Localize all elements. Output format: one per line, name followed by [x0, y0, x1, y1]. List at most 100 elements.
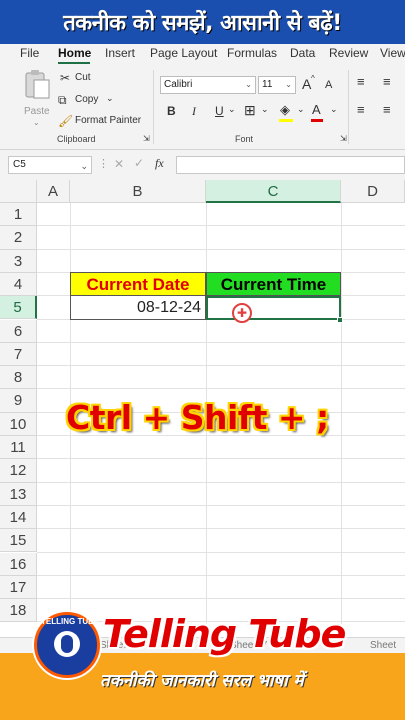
telling-tube-logo: TELLING TUBE	[34, 612, 100, 678]
underline-caret-icon[interactable]: ⌄	[228, 104, 236, 115]
column-header-c[interactable]: C	[206, 180, 341, 203]
insert-function-button[interactable]: fx	[155, 156, 164, 171]
clipboard-group-label: Clipboard	[57, 134, 96, 144]
borders-icon[interactable]: ⊞	[244, 102, 256, 119]
column-header-b[interactable]: B	[70, 180, 206, 203]
formula-input[interactable]	[176, 156, 405, 174]
paste-icon	[25, 70, 50, 99]
row-header-15[interactable]: 15	[0, 529, 37, 553]
row-header-9[interactable]: 9	[0, 389, 37, 413]
row-header-2[interactable]: 2	[0, 226, 37, 250]
font-color-bar	[311, 119, 323, 122]
gridline	[37, 365, 405, 367]
row-header-11[interactable]: 11	[0, 436, 37, 460]
font-size-select[interactable]: 11 ⌄	[258, 76, 296, 94]
menu-data[interactable]: Data	[290, 46, 315, 60]
cell-b4[interactable]: Current Date	[70, 272, 206, 296]
menu-view[interactable]: View	[380, 46, 405, 60]
row-header-6[interactable]: 6	[0, 319, 37, 343]
select-all-corner[interactable]	[0, 180, 37, 203]
ribbon-separator	[153, 70, 154, 144]
brand-tagline: तकनीकी जानकारी सरल भाषा में	[100, 671, 304, 691]
fill-handle[interactable]	[337, 317, 343, 323]
align-left-icon[interactable]: ≡	[357, 102, 365, 117]
row-header-12[interactable]: 12	[0, 459, 37, 483]
row-header-16[interactable]: 16	[0, 552, 37, 576]
more-options-icon[interactable]: ⋮	[98, 157, 109, 170]
bold-button[interactable]: B	[167, 104, 176, 118]
font-name-select[interactable]: Calibri ⌄	[160, 76, 256, 94]
row-header-18[interactable]: 18	[0, 599, 37, 623]
column-header-d[interactable]: D	[341, 180, 405, 203]
row-header-5[interactable]: 5	[0, 296, 37, 320]
copy-button[interactable]: Copy	[75, 94, 98, 105]
cancel-icon[interactable]: ✕	[114, 157, 124, 171]
grow-font-button[interactable]: A	[302, 76, 311, 92]
align-top-icon[interactable]: ≡	[357, 74, 365, 89]
gridline	[37, 504, 405, 506]
row-header-13[interactable]: 13	[0, 482, 37, 506]
underline-button[interactable]: U	[215, 104, 224, 118]
gridline	[37, 528, 405, 530]
paste-button[interactable]: Paste ⌄	[22, 70, 52, 127]
row-header-4[interactable]: 4	[0, 272, 37, 297]
column-header-a[interactable]: A	[37, 180, 70, 203]
borders-caret-icon[interactable]: ⌄	[261, 104, 269, 115]
gridline	[37, 388, 405, 390]
fill-color-caret-icon[interactable]: ⌄	[297, 104, 305, 115]
name-box[interactable]: C5 ⌄	[8, 156, 92, 174]
gridline	[37, 481, 405, 483]
font-group-label: Font	[235, 134, 254, 144]
clipboard-launcher-icon[interactable]: ⇲	[143, 134, 150, 143]
copy-icon: ⧉	[58, 93, 67, 107]
align-middle-icon[interactable]: ≡	[383, 74, 391, 89]
ribbon: Paste ⌄ ✂ Cut ⧉ Copy ⌄ 🖌 Format Painter …	[0, 64, 405, 150]
menu-formulas[interactable]: Formulas	[227, 46, 277, 60]
shrink-font-button[interactable]: A	[325, 79, 332, 91]
cell-c4[interactable]: Current Time	[206, 272, 341, 296]
paste-label: Paste	[24, 106, 50, 117]
menu-bar: File Home Insert Page Layout Formulas Da…	[0, 44, 405, 64]
ribbon-separator	[348, 70, 349, 144]
menu-home[interactable]: Home	[58, 46, 91, 60]
font-name-value: Calibri	[164, 79, 193, 90]
menu-review[interactable]: Review	[329, 46, 368, 60]
menu-insert[interactable]: Insert	[105, 46, 135, 60]
shortcut-overlay: Ctrl + Shift + ;	[66, 398, 329, 437]
font-launcher-icon[interactable]: ⇲	[340, 134, 347, 143]
font-color-caret-icon[interactable]: ⌄	[330, 104, 338, 115]
paste-caret-icon: ⌄	[33, 118, 40, 127]
cell-b5[interactable]: 08-12-24	[70, 296, 206, 320]
gridline	[341, 203, 342, 650]
gridline	[37, 574, 405, 576]
cut-button[interactable]: Cut	[75, 72, 91, 83]
fill-color-icon[interactable]: ◈	[280, 102, 290, 118]
format-painter-button[interactable]: Format Painter	[75, 115, 141, 126]
mouse-cursor-icon: ✚	[232, 303, 252, 323]
sheet-tab[interactable]: Sheet	[370, 640, 396, 651]
cell-c5-selected[interactable]	[206, 296, 341, 320]
row-header-7[interactable]: 7	[0, 342, 37, 367]
align-center-icon[interactable]: ≡	[383, 102, 391, 117]
font-size-value: 11	[262, 79, 273, 90]
font-color-icon[interactable]: A	[312, 102, 321, 117]
fill-color-bar	[279, 119, 293, 122]
enter-icon[interactable]: ✓	[134, 156, 144, 170]
menu-page-layout[interactable]: Page Layout	[150, 46, 217, 60]
formula-bar: C5 ⌄ ⋮ ✕ ✓ fx	[0, 150, 405, 180]
font-size-caret-icon: ⌄	[285, 80, 292, 89]
row-header-14[interactable]: 14	[0, 505, 37, 530]
row-header-1[interactable]: 1	[0, 203, 37, 227]
row-header-10[interactable]: 10	[0, 412, 37, 436]
gridline	[37, 341, 405, 343]
row-header-8[interactable]: 8	[0, 366, 37, 390]
gridline	[37, 458, 405, 460]
italic-button[interactable]: I	[192, 104, 196, 119]
row-header-17[interactable]: 17	[0, 575, 37, 600]
gridline	[37, 225, 405, 227]
row-header-3[interactable]: 3	[0, 249, 37, 273]
brand-name: Telling Tube	[103, 612, 346, 656]
copy-caret-icon[interactable]: ⌄	[106, 93, 114, 104]
menu-file[interactable]: File	[20, 46, 39, 60]
cut-icon: ✂	[60, 71, 71, 85]
